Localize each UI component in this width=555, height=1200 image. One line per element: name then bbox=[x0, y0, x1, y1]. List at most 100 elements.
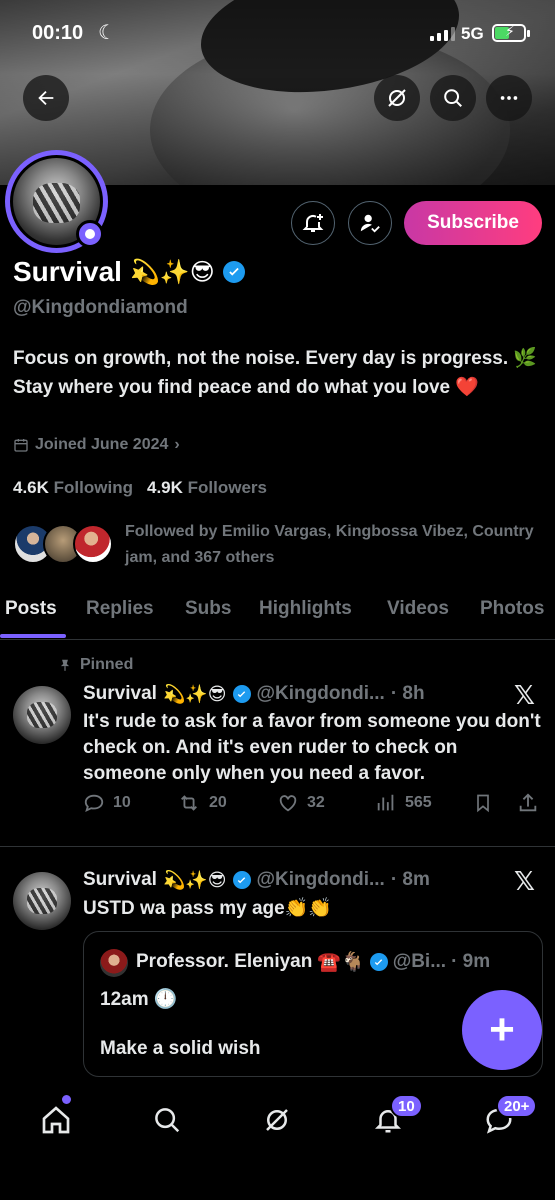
post-header: Survival 💫✨😎 @Kingdondi... · 8h bbox=[83, 683, 425, 705]
post-avatar[interactable] bbox=[13, 686, 71, 744]
more-icon bbox=[500, 96, 518, 100]
post-header: Survival 💫✨😎 @Kingdondi... · 8m bbox=[83, 869, 430, 891]
tab-photos[interactable]: Photos bbox=[480, 598, 544, 620]
pinned-label-row: Pinned bbox=[58, 656, 133, 674]
signal-icon bbox=[430, 27, 455, 41]
subscribe-button[interactable]: Subscribe bbox=[404, 201, 542, 245]
profile-handle: @Kingdondiamond bbox=[13, 297, 188, 318]
repost-count: 20 bbox=[209, 794, 227, 811]
bell-plus-icon bbox=[302, 214, 324, 232]
post-divider bbox=[0, 846, 555, 847]
quote-author-emojis: ☎️🐐 bbox=[317, 952, 365, 973]
nav-grok[interactable] bbox=[257, 1100, 297, 1140]
post-text: It's rude to ask for a favor from someon… bbox=[83, 711, 541, 784]
views-button[interactable]: 565 bbox=[375, 792, 432, 814]
post-author-emojis: 💫✨😎 bbox=[162, 869, 227, 890]
grok-icon bbox=[388, 89, 406, 107]
share-button[interactable] bbox=[517, 792, 539, 814]
tab-replies[interactable]: Replies bbox=[86, 598, 154, 620]
followed-by[interactable]: Followed by Emilio Vargas, Kingbossa Vib… bbox=[13, 519, 543, 569]
nav-search[interactable] bbox=[147, 1100, 187, 1140]
battery-tip bbox=[527, 30, 530, 37]
share-icon bbox=[519, 793, 537, 812]
verified-badge-icon bbox=[369, 953, 388, 971]
post-author-name[interactable]: Survival bbox=[83, 869, 157, 891]
heart-icon bbox=[279, 795, 297, 812]
follow-counts: 4.6K Following 4.9K Followers bbox=[13, 478, 267, 498]
like-button[interactable]: 32 bbox=[277, 792, 325, 814]
bottom-nav: 10 20+ bbox=[0, 1078, 555, 1200]
user-check-icon bbox=[360, 214, 380, 233]
profile-name-emojis: 💫✨😎 bbox=[129, 258, 215, 286]
grok-button[interactable] bbox=[374, 75, 420, 121]
network-label: 5G bbox=[461, 24, 484, 43]
plus-icon: + bbox=[489, 1005, 515, 1054]
followers-link[interactable]: 4.9K Followers bbox=[147, 478, 267, 498]
profile-name: Survival bbox=[13, 256, 122, 287]
post-handle: @Kingdondi... bbox=[256, 869, 385, 890]
follower-avatar bbox=[73, 524, 113, 564]
pinned-label: Pinned bbox=[80, 656, 134, 673]
back-button[interactable] bbox=[23, 75, 69, 121]
home-icon bbox=[42, 1106, 70, 1134]
profile-tabs: Posts Replies Subs Highlights Videos Pho… bbox=[0, 590, 555, 640]
messages-badge: 20+ bbox=[496, 1094, 538, 1118]
more-button[interactable] bbox=[486, 75, 532, 121]
tab-highlights[interactable]: Highlights bbox=[259, 598, 352, 620]
repost-icon bbox=[181, 795, 197, 811]
compose-button[interactable]: + bbox=[462, 990, 542, 1070]
grok-icon bbox=[266, 1109, 288, 1131]
quote-text-line2: Make a solid wish bbox=[100, 1038, 261, 1059]
reply-button[interactable]: 10 bbox=[83, 792, 131, 814]
back-arrow-icon bbox=[38, 90, 54, 106]
x-logo-icon: 𝕏 bbox=[514, 680, 535, 710]
post-text: USTD wa pass my age👏👏 bbox=[83, 898, 333, 919]
battery-icon: ⚡ bbox=[492, 23, 526, 42]
post-actions: 10 20 32 565 bbox=[83, 792, 543, 822]
tab-indicator bbox=[0, 634, 66, 638]
notify-button[interactable] bbox=[291, 201, 335, 245]
repost-button[interactable]: 20 bbox=[177, 792, 227, 814]
nav-home[interactable] bbox=[36, 1100, 76, 1140]
tab-videos[interactable]: Videos bbox=[387, 598, 449, 620]
post-author-name[interactable]: Survival bbox=[83, 683, 157, 705]
home-unread-dot bbox=[62, 1095, 71, 1104]
post-handle: @Kingdondi... bbox=[256, 683, 385, 704]
calendar-icon bbox=[14, 439, 28, 452]
tab-subs[interactable]: Subs bbox=[185, 598, 231, 620]
verified-badge-icon bbox=[232, 685, 251, 703]
followed-by-text: Followed by Emilio Vargas, Kingbossa Vib… bbox=[125, 523, 534, 566]
view-count: 565 bbox=[405, 794, 432, 811]
quote-time: · 9m bbox=[451, 951, 491, 972]
quote-handle: @Bi... bbox=[392, 951, 447, 972]
quote-header: Professor. Eleniyan ☎️🐐 @Bi... · 9m bbox=[136, 950, 490, 974]
chevron-right-icon: › bbox=[174, 436, 180, 453]
reply-count: 10 bbox=[113, 794, 131, 811]
bookmark-icon bbox=[477, 794, 489, 813]
status-time: 00:10 bbox=[32, 22, 84, 44]
quote-avatar bbox=[100, 949, 128, 977]
post-avatar[interactable] bbox=[13, 872, 71, 930]
verified-badge-icon[interactable] bbox=[222, 261, 245, 283]
profile-name-row: Survival 💫✨😎 bbox=[13, 256, 245, 288]
quote-text-line1: 12am 🕛 bbox=[100, 989, 178, 1010]
bookmark-button[interactable] bbox=[473, 792, 493, 814]
profile-bio: Focus on growth, not the noise. Every da… bbox=[13, 348, 538, 398]
joined-date: Joined June 2024 bbox=[35, 436, 169, 453]
following-link[interactable]: 4.6K Following bbox=[13, 478, 133, 498]
moon-icon: ☾ bbox=[98, 22, 116, 44]
pin-icon bbox=[60, 659, 70, 671]
following-button[interactable] bbox=[348, 201, 392, 245]
x-logo-icon: 𝕏 bbox=[514, 866, 535, 896]
post-time: · 8h bbox=[390, 683, 425, 704]
like-count: 32 bbox=[307, 794, 325, 811]
reply-icon bbox=[84, 794, 104, 813]
verified-badge-icon bbox=[232, 871, 251, 889]
tab-posts[interactable]: Posts bbox=[5, 598, 57, 620]
quote-author-name: Professor. Eleniyan bbox=[136, 951, 313, 972]
search-button[interactable] bbox=[430, 75, 476, 121]
joined-row[interactable]: Joined June 2024 › bbox=[13, 436, 180, 454]
search-icon bbox=[155, 1108, 180, 1133]
post-author-emojis: 💫✨😎 bbox=[162, 683, 227, 704]
views-icon bbox=[377, 794, 394, 811]
